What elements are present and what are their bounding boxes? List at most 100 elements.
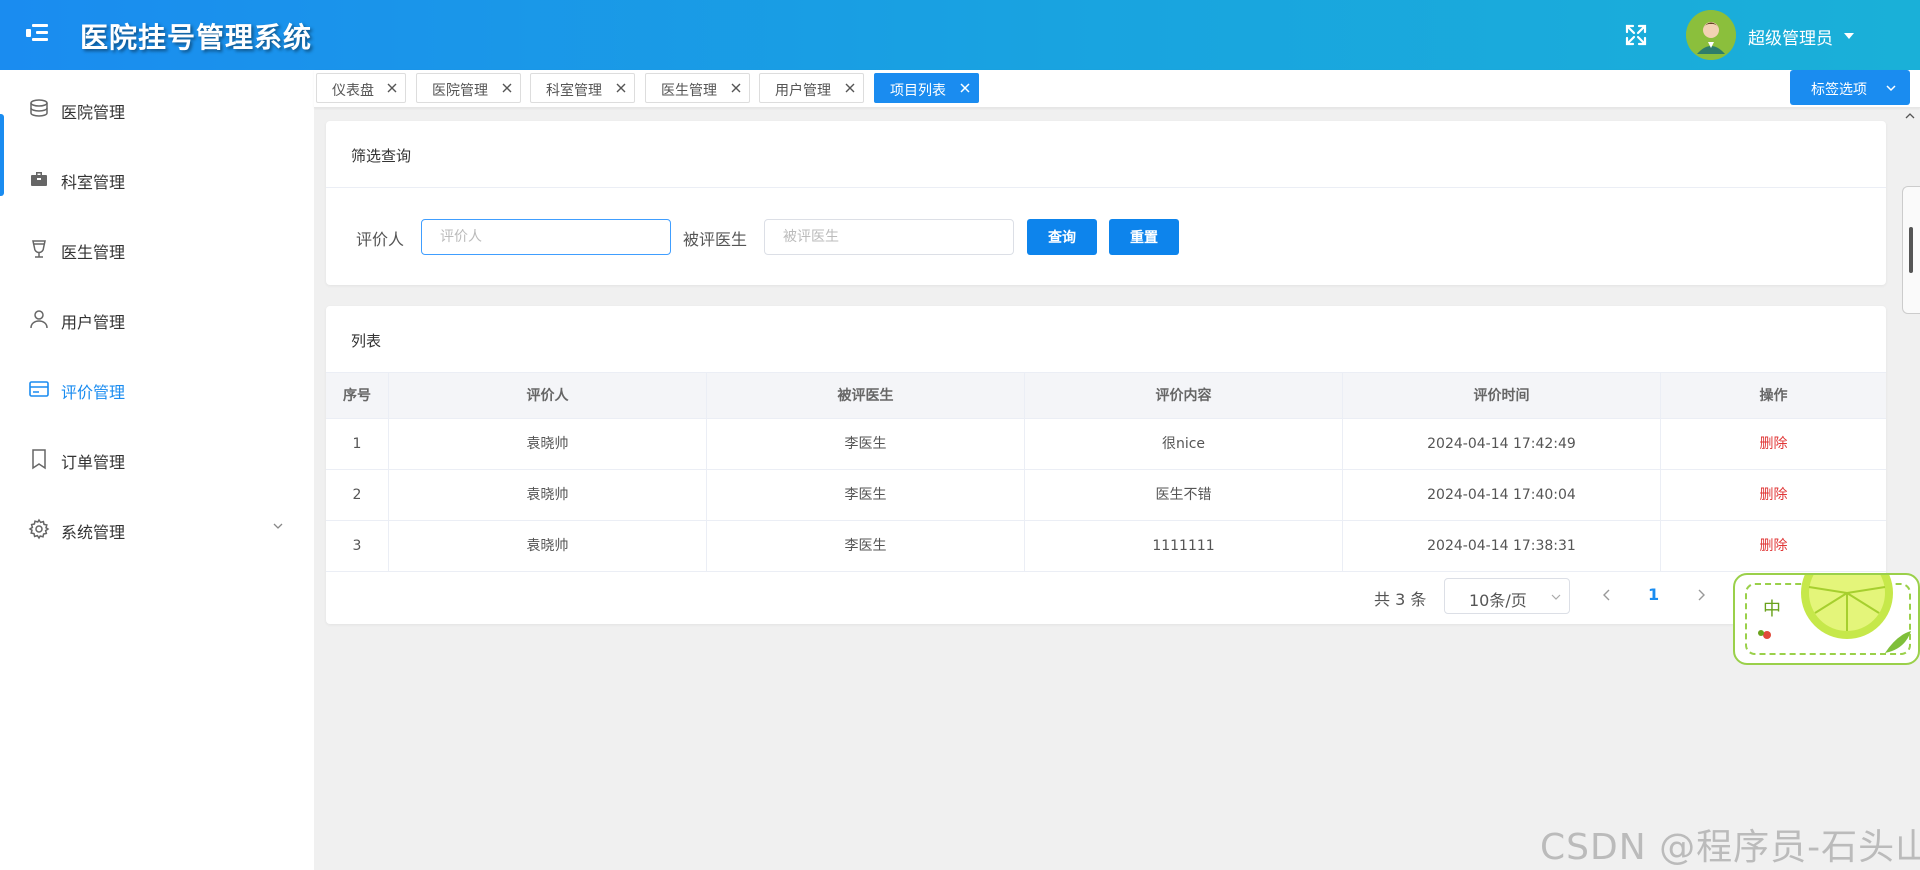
sidebar-item-label: 评价管理 [61, 383, 126, 402]
page-size-value: 10条/页 [1469, 591, 1527, 610]
reviewer-input[interactable] [421, 219, 671, 255]
doctor-input[interactable] [764, 219, 1014, 255]
pagination-total: 共 3 条 [1374, 590, 1427, 609]
chevron-down-icon [273, 523, 283, 529]
delete-link[interactable]: 删除 [1661, 419, 1886, 469]
list-card-header: 列表 [326, 306, 1886, 373]
sidebar-item-label: 订单管理 [61, 453, 126, 472]
tab-dashboard[interactable]: 仪表盘 [316, 73, 406, 103]
sidebar-item-system[interactable]: 系统管理 [0, 498, 300, 558]
sidebar-item-label: 医生管理 [61, 243, 126, 262]
cell-doctor: 李医生 [707, 521, 1025, 571]
column-header[interactable]: 被评医生 [707, 373, 1025, 418]
page-size-select[interactable]: 10条/页 [1444, 578, 1570, 614]
filter-card: 筛选查询 评价人 被评医生 查询 重置 [326, 121, 1886, 285]
app-title: 医院挂号管理系统 [80, 21, 313, 54]
user-icon [30, 310, 48, 329]
cell-reviewer: 袁晓帅 [389, 419, 707, 469]
menu-toggle-icon[interactable] [26, 22, 54, 46]
chevron-down-icon [1551, 594, 1561, 600]
tab-department[interactable]: 科室管理 [530, 73, 635, 103]
sidebar-item-user[interactable]: 用户管理 [0, 288, 300, 348]
close-icon[interactable] [844, 82, 856, 94]
close-icon[interactable] [959, 82, 971, 94]
briefcase-icon [31, 172, 47, 186]
scrollbar-thumb[interactable] [1909, 227, 1913, 273]
tab-hospital[interactable]: 医院管理 [416, 73, 521, 103]
search-button[interactable]: 查询 [1027, 219, 1097, 255]
tab-options-button[interactable]: 标签选项 [1790, 70, 1910, 105]
lime-icon [1758, 575, 1911, 653]
fullscreen-icon[interactable] [1624, 23, 1648, 47]
column-header[interactable]: 操作 [1661, 373, 1886, 418]
bookmark-icon [32, 449, 46, 470]
list-card: 列表 序号 评价人 被评医生 评价内容 评价时间 操作 1 袁晓帅 李医生 很n… [326, 306, 1886, 624]
scroll-up-arrow-icon[interactable] [1904, 110, 1916, 122]
reviewer-label: 评价人 [356, 230, 405, 249]
list-title: 列表 [351, 332, 382, 350]
sidebar-item-hospital[interactable]: 医院管理 [0, 78, 300, 138]
cell-content: 很nice [1025, 419, 1343, 469]
column-header[interactable]: 序号 [326, 373, 389, 418]
tab-label: 医生管理 [661, 83, 717, 99]
sidebar-item-label: 科室管理 [61, 173, 126, 192]
tab-user[interactable]: 用户管理 [759, 73, 864, 103]
caret-down-icon[interactable] [1844, 33, 1854, 39]
delete-link[interactable]: 删除 [1661, 470, 1886, 520]
close-icon[interactable] [615, 82, 627, 94]
sidebar-item-label: 用户管理 [61, 313, 126, 332]
chevron-right-icon[interactable] [1694, 588, 1708, 602]
ime-floating-widget[interactable]: 中 [1733, 573, 1920, 665]
sidebar-item-department[interactable]: 科室管理 [0, 148, 300, 208]
sidebar-item-doctor[interactable]: 医生管理 [0, 218, 300, 278]
table-header: 序号 评价人 被评医生 评价内容 评价时间 操作 [326, 373, 1886, 419]
cell-time: 2024-04-14 17:40:04 [1343, 470, 1661, 520]
cell-content: 医生不错 [1025, 470, 1343, 520]
card-icon [29, 381, 49, 397]
close-icon[interactable] [730, 82, 742, 94]
filter-card-header: 筛选查询 [326, 121, 1886, 188]
column-header[interactable]: 评价人 [389, 373, 707, 418]
column-header[interactable]: 评价内容 [1025, 373, 1343, 418]
tab-label: 用户管理 [775, 83, 831, 99]
column-header[interactable]: 评价时间 [1343, 373, 1661, 418]
tab-label: 项目列表 [890, 83, 946, 99]
gear-icon [28, 518, 50, 540]
table-row: 1 袁晓帅 李医生 很nice 2024-04-14 17:42:49 删除 [326, 419, 1886, 470]
table-row: 2 袁晓帅 李医生 医生不错 2024-04-14 17:40:04 删除 [326, 470, 1886, 521]
cell-index: 1 [326, 419, 389, 469]
tab-doctor[interactable]: 医生管理 [645, 73, 750, 103]
user-name[interactable]: 超级管理员 [1748, 24, 1833, 49]
sidebar-item-review[interactable]: 评价管理 [0, 358, 300, 418]
cell-content: 1111111 [1025, 521, 1343, 571]
cell-time: 2024-04-14 17:38:31 [1343, 521, 1661, 571]
table-row: 3 袁晓帅 李医生 1111111 2024-04-14 17:38:31 删除 [326, 521, 1886, 572]
cell-doctor: 李医生 [707, 419, 1025, 469]
tab-label: 仪表盘 [332, 83, 374, 99]
close-icon[interactable] [501, 82, 513, 94]
chevron-down-icon [1886, 85, 1896, 92]
tab-options-label: 标签选项 [1811, 82, 1867, 98]
pagination-current-page[interactable]: 1 [1648, 585, 1659, 604]
top-header: 医院挂号管理系统 超级管理员 [0, 0, 1920, 70]
cell-doctor: 李医生 [707, 470, 1025, 520]
reset-button[interactable]: 重置 [1109, 219, 1179, 255]
tab-label: 医院管理 [432, 83, 488, 99]
database-icon [30, 99, 48, 117]
filter-title: 筛选查询 [351, 147, 412, 165]
chevron-left-icon[interactable] [1600, 588, 1614, 602]
goblet-icon [32, 240, 46, 258]
tab-label: 科室管理 [546, 83, 602, 99]
delete-link[interactable]: 删除 [1661, 521, 1886, 571]
tab-project-list[interactable]: 项目列表 [874, 73, 979, 103]
cell-index: 3 [326, 521, 389, 571]
sidebar-item-order[interactable]: 订单管理 [0, 428, 300, 488]
cell-reviewer: 袁晓帅 [389, 521, 707, 571]
sidebar-item-label: 医院管理 [61, 103, 126, 122]
tabs-bar: 仪表盘 医院管理 科室管理 医生管理 用户管理 项目列表 标签选项 [314, 70, 1920, 108]
close-icon[interactable] [386, 82, 398, 94]
cell-index: 2 [326, 470, 389, 520]
avatar[interactable] [1686, 10, 1736, 60]
scrollbar[interactable] [1902, 186, 1920, 314]
watermark: CSDN @程序员-石头山 [1540, 827, 1920, 868]
